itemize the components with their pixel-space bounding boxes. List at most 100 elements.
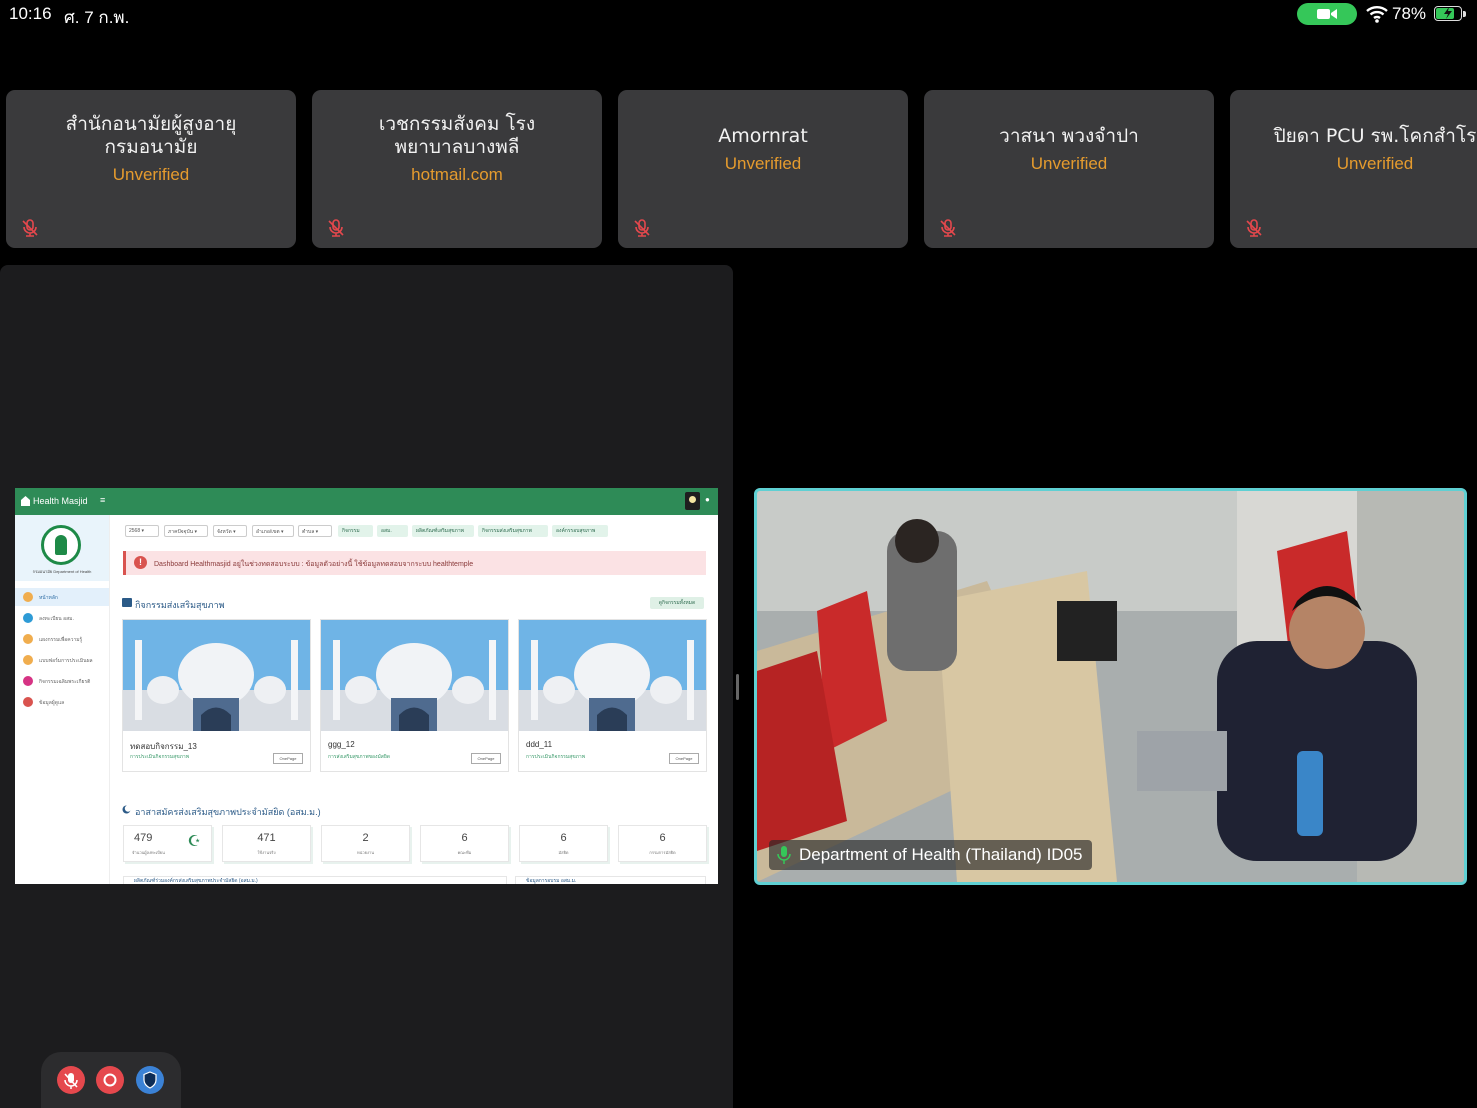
mute-button[interactable] [57,1066,85,1094]
activity-icon [122,598,132,607]
chevron-down-icon: ▾ [314,529,319,535]
participant-tile[interactable]: ปิยดา PCU รพ.โคกสำโร Unverified [1230,90,1477,248]
mic-muted-icon [940,219,956,237]
sidebar-item[interactable]: แผงกรรมเพื่อความรู้ [15,630,109,648]
participant-name: Amornrat [718,124,808,147]
dept-logo: กรมอนามัย Department of Health [15,515,109,581]
mosque-image [321,620,508,731]
alert-icon: ! [134,556,147,569]
record-button[interactable] [96,1066,124,1094]
onepage-button[interactable]: OnePage [669,753,699,764]
stat-value: 6 [560,832,567,844]
onepage-button[interactable]: OnePage [471,753,501,764]
sidebar-item[interactable]: ข้อมูลผู้ดูแล [15,693,109,711]
activity-card-title: ทดสอบกิจกรรม_13 [130,742,197,751]
crescent-star-icon: ☪ [187,833,201,850]
stat-label: หน่วยงาน [357,850,374,855]
health-dept-seal [41,525,81,565]
split-view-handle[interactable] [736,674,739,700]
activity-card[interactable]: ggg_12 การส่งเสริมสุขภาพของมัสยิด OnePage [320,619,509,772]
active-speaker-video[interactable]: Department of Health (Thailand) ID05 [754,488,1467,885]
filter-select[interactable]: 2568 ▾ [125,525,159,537]
security-button[interactable] [136,1066,164,1094]
speaker-name-label: Department of Health (Thailand) ID05 [769,840,1093,870]
mic-muted-icon [22,219,38,237]
stat-card: 479 จำนวนผู้ลงทะเบียน ☪ [123,825,212,862]
activity-card[interactable]: ทดสอบกิจกรรม_13 การประเมินกิจกรรมสุขภาพ On… [122,619,311,772]
alert-text: Dashboard Healthmasjid อยู่ในช่วงทดสอบระ… [154,561,474,568]
filter-select[interactable]: ภาคปัจจุบัน ▾ [164,525,208,537]
mic-muted-icon [1246,219,1262,237]
sidebar-item-icon [23,592,33,602]
status-time: 10:16 [9,4,52,23]
sidebar-item[interactable]: ลงทะเบียน อสม. [15,609,109,627]
activity-card-tag: การประเมินกิจกรรมสุขภาพ [526,754,586,760]
mosque-image [123,620,310,731]
volunteers-section-title: อาสาสมัครส่งเสริมสุขภาพประจำมัสยิด (อสม.… [135,807,321,817]
filter-value: ภาคปัจจุบัน [168,529,194,535]
participant-status: Unverified [1030,153,1108,173]
stat-label: คณะทีม [457,850,472,855]
camera-in-use-indicator[interactable] [1297,3,1357,25]
onepage-button[interactable]: OnePage [273,753,303,764]
sidebar-item-icon [23,697,33,707]
sidebar-item-icon [23,634,33,644]
stat-value: 2 [362,832,369,844]
sidebar-item[interactable]: หน้าหลัก [15,588,109,606]
sidebar-item-label: แบบฟอร์มการประเมินผล [39,658,93,664]
activity-card-tag: การประเมินกิจกรรมสุขภาพ [130,754,190,760]
filter-value: ตำบล [302,529,315,535]
filter-tab-button[interactable]: กิจกรรม [338,525,373,537]
chevron-down-icon: ▾ [231,529,236,535]
activity-card[interactable]: ddd_11 การประเมินกิจกรรมสุขภาพ OnePage [518,619,707,772]
stat-value: 6 [659,832,666,844]
sidebar-item-label: ลงทะเบียน อสม. [39,616,74,622]
activity-card-title: ddd_11 [526,740,553,749]
filter-select[interactable]: ตำบล ▾ [298,525,332,537]
participant-name: วาสนา พวงจำปา [999,124,1139,147]
participant-status: Unverified [724,153,802,173]
shared-screen[interactable]: Health Masjid ≡ ● กรมอนามัย Department o… [15,488,718,884]
bottom-section-2: ข้อมูลการอบรม อสม.ม. [515,876,706,884]
participant-tile[interactable]: Amornrat Unverified [618,90,908,248]
participant-tile[interactable]: เวชกรรมสังคม โรง พยาบาลบางพลี hotmail.co… [312,90,602,248]
stat-card: 6 กรรมการมัสยิด [618,825,707,862]
video-feed [757,491,1464,882]
stat-value: 6 [461,832,468,844]
participant-tile[interactable]: วาสนา พวงจำปา Unverified [924,90,1214,248]
filter-tab-button[interactable]: กิจกรรมส่งเสริมสุขภาพ [478,525,548,537]
filter-select[interactable]: จังหวัด ▾ [213,525,247,537]
stat-label: กรรมการมัสยิด [649,850,676,855]
participant-tile[interactable]: สำนักอนามัยผู้สูงอายุ กรมอนามัย Unverifi… [6,90,296,248]
mosque-logo-icon [21,496,30,506]
activities-section-title: กิจกรรมส่งเสริมสุขภาพ [135,600,225,610]
dashboard-brand: Health Masjid [33,496,88,506]
mic-active-icon [777,846,791,864]
stat-label: ใช้งานจริง [257,850,276,855]
sidebar-item[interactable]: กิจกรรมเฉลิมพระเกียรติ [15,672,109,690]
menu-icon[interactable]: ≡ [100,495,105,505]
mic-muted-icon [328,219,344,237]
participant-name: สำนักอนามัยผู้สูงอายุ กรมอนามัย [65,113,237,158]
battery-tip [1463,11,1466,17]
filter-tab-button[interactable]: ผลิตภัณฑ์เสริมสุขภาพ [412,525,474,537]
sidebar-item[interactable]: แบบฟอร์มการประเมินผล [15,651,109,669]
sidebar-item-icon [23,655,33,665]
filter-select[interactable]: อำเภอ/เขต ▾ [252,525,294,537]
speaker-name: Department of Health (Thailand) ID05 [799,845,1083,864]
view-all-activities-button[interactable]: ดูกิจกรรมทั้งหมด [650,597,704,609]
dashboard-sidebar: กรมอนามัย Department of Health หน้าหลักล… [15,515,110,884]
battery-icon [1434,6,1462,21]
logo-caption: กรมอนามัย Department of Health [32,569,92,574]
participant-status: hotmail.com [411,165,503,184]
sidebar-item-label: แผงกรรมเพื่อความรู้ [39,637,83,643]
chevron-down-icon: ▾ [193,529,197,535]
mosque-image [519,620,706,731]
user-icon[interactable]: ● [705,495,710,504]
lightbulb-icon[interactable] [685,492,700,510]
stat-label: จำนวนผู้ลงทะเบียน [132,850,165,855]
filter-tab-button[interactable]: อสม. [377,525,408,537]
filter-tab-button[interactable]: องค์กรรอบสุขภาพ [552,525,608,537]
sidebar-item-label: กิจกรรมเฉลิมพระเกียรติ [39,679,91,685]
sidebar-item-label: หน้าหลัก [39,595,58,601]
